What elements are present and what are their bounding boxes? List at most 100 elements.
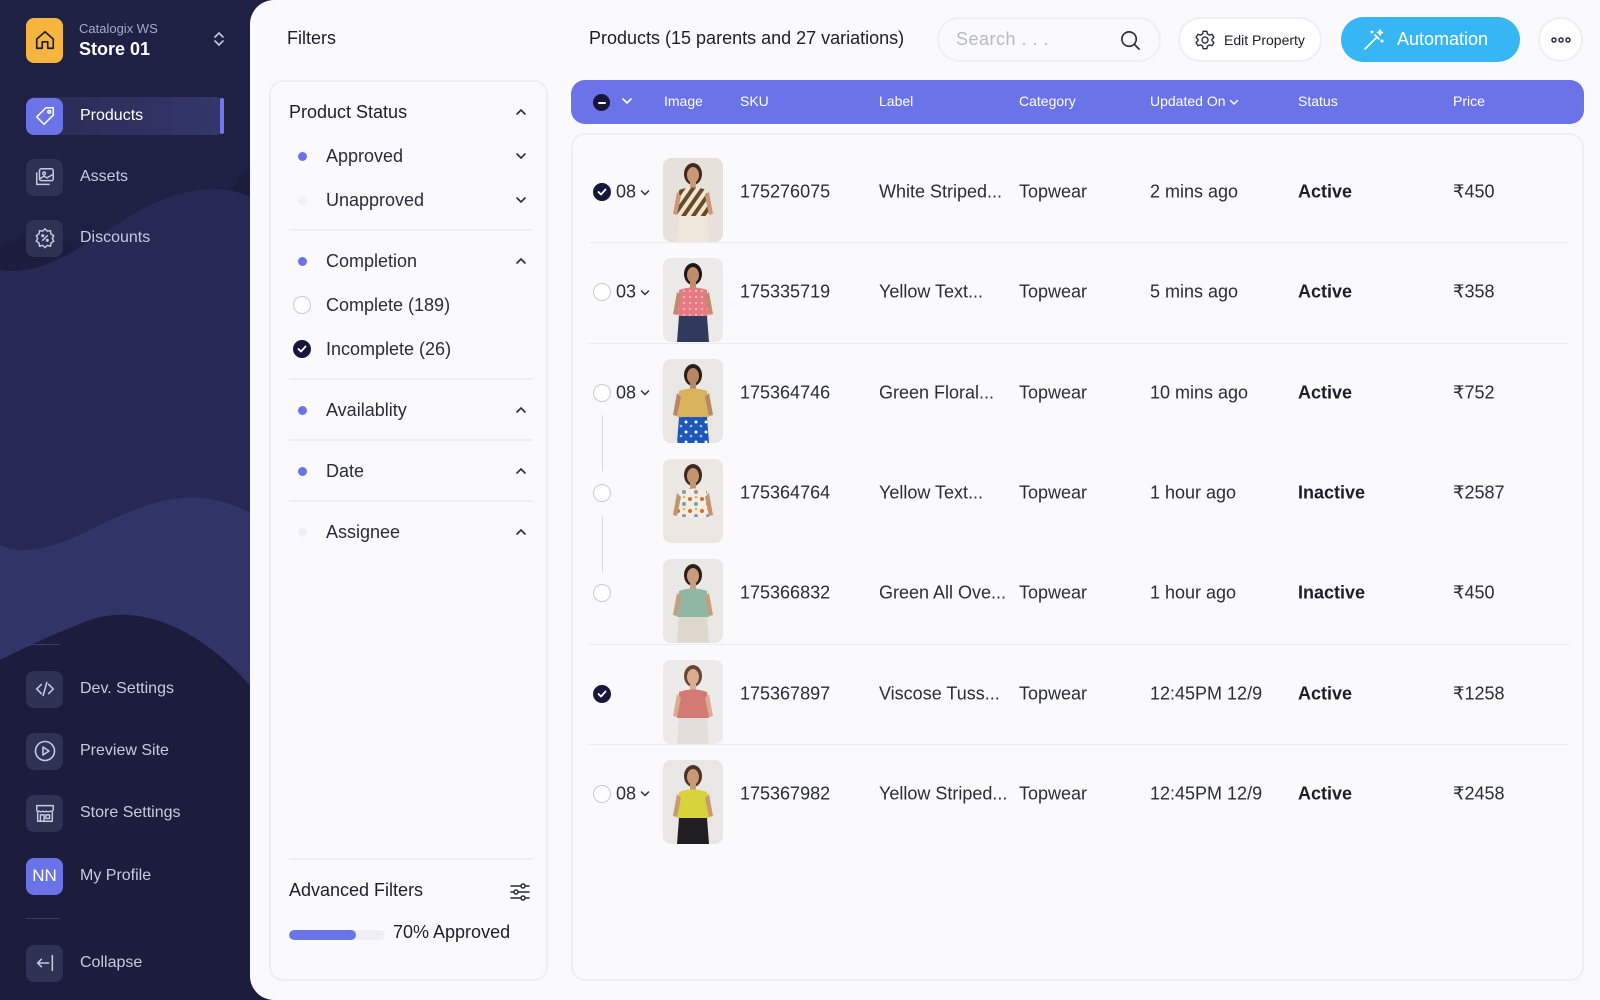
cell-sku: 175366832 (740, 582, 831, 603)
sidebar-collapse-button[interactable]: Collapse (26, 944, 226, 982)
sidebar-item-store-settings[interactable]: Store Settings (26, 794, 226, 832)
filter-group-availability[interactable]: Availablity (289, 398, 533, 422)
sliders-icon (510, 883, 530, 901)
cell-label[interactable]: Green Floral... (879, 382, 994, 403)
automation-label: Automation (1397, 29, 1489, 49)
chevron-down-icon (640, 189, 650, 196)
cell-sku: 175367982 (740, 783, 831, 804)
sidebar-background-wave (0, 0, 262, 700)
table-row[interactable]: 08 175367982 Yellow Striped... Topwear 12:45… (573, 745, 1586, 845)
row-checkbox-checked[interactable] (593, 684, 611, 703)
row-checkbox[interactable] (593, 784, 611, 803)
row-checkbox[interactable] (593, 383, 611, 402)
filter-group-assignee[interactable]: Assignee (289, 520, 533, 544)
sidebar-item-dev-settings[interactable]: Dev. Settings (26, 670, 226, 708)
variant-count-toggle[interactable]: 03 (616, 282, 650, 303)
column-header-updated-on[interactable]: Updated On (1150, 93, 1239, 109)
cell-label[interactable]: Viscose Tuss... (879, 683, 1000, 704)
more-options-button[interactable] (1538, 17, 1583, 62)
filter-option-label: Approved (326, 145, 404, 166)
active-dot (298, 151, 307, 161)
cell-updated-on: 10 mins ago (1150, 382, 1249, 403)
chevron-up-icon[interactable] (515, 406, 527, 414)
images-icon (26, 158, 63, 196)
filter-option-label: Incomplete (26) (326, 338, 452, 359)
column-header-label[interactable]: Label (879, 93, 913, 109)
product-image[interactable] (663, 358, 723, 443)
table-row[interactable]: 175364764 Yellow Text... Topwear 1 hour ago… (573, 444, 1586, 544)
row-checkbox[interactable] (593, 584, 611, 603)
sidebar-item-my-profile[interactable]: NN My Profile (26, 857, 226, 895)
filter-option-approved[interactable]: Approved (289, 144, 533, 168)
sidebar-item-label: Preview Site (80, 742, 169, 759)
column-header-price[interactable]: Price (1453, 93, 1485, 109)
chevron-up-icon[interactable] (515, 528, 527, 536)
sidebar-item-discounts[interactable]: Discounts (26, 219, 226, 257)
automation-button[interactable]: Automation (1341, 17, 1520, 62)
filter-group-product-status[interactable]: Product Status (289, 100, 533, 124)
filter-option-complete[interactable]: Complete (189) (289, 293, 533, 317)
product-image[interactable] (663, 659, 723, 744)
chevron-down-icon[interactable] (621, 94, 633, 108)
table-row[interactable]: 175367897 Viscose Tuss... Topwear 12:45PM 1… (573, 645, 1586, 745)
edit-property-button[interactable]: Edit Property (1178, 17, 1322, 62)
cell-label[interactable]: White Striped... (879, 182, 1002, 203)
checkbox-checked[interactable] (293, 340, 311, 358)
advanced-filters-button[interactable]: Advanced Filters (289, 880, 533, 901)
edit-property-label: Edit Property (1224, 31, 1305, 48)
cell-label[interactable]: Yellow Striped... (879, 783, 1007, 804)
search-icon[interactable] (1119, 29, 1142, 52)
product-image[interactable] (663, 458, 723, 543)
filter-divider (289, 378, 533, 380)
code-icon (26, 670, 63, 708)
sidebar-item-products[interactable]: Products (26, 97, 226, 135)
filter-divider (289, 439, 533, 441)
chevron-up-icon[interactable] (515, 257, 527, 265)
filter-group-completion[interactable]: Completion (289, 249, 533, 273)
chevron-down-icon[interactable] (515, 196, 527, 204)
search-box[interactable] (937, 17, 1161, 62)
filter-group-label: Assignee (326, 521, 401, 542)
column-header-image: Image (664, 93, 703, 109)
product-image[interactable] (663, 759, 723, 844)
sidebar-item-preview-site[interactable]: Preview Site (26, 732, 226, 770)
chevron-down-icon[interactable] (515, 152, 527, 160)
column-header-sku[interactable]: SKU (740, 93, 769, 109)
filter-option-unapproved[interactable]: Unapproved (289, 188, 533, 212)
column-header-category[interactable]: Category (1019, 93, 1076, 109)
product-image[interactable] (663, 559, 723, 644)
filter-group-date[interactable]: Date (289, 459, 533, 483)
chevron-down-icon (640, 791, 650, 797)
sidebar-item-assets[interactable]: Assets (26, 158, 226, 196)
chevron-up-down-icon[interactable] (212, 29, 226, 49)
table-row[interactable]: 175366832 Green All Ove... Topwear 1 hour a… (573, 544, 1586, 644)
variant-count-toggle[interactable]: 08 (616, 182, 650, 203)
variant-count-toggle[interactable]: 08 (616, 783, 650, 804)
chevron-up-icon[interactable] (515, 467, 527, 475)
product-image[interactable] (663, 258, 723, 343)
checkbox[interactable] (293, 296, 311, 314)
cell-sku: 175367897 (740, 683, 831, 703)
product-image[interactable] (663, 158, 723, 242)
cell-category: Topwear (1019, 281, 1088, 302)
table-row[interactable]: 08 175276075 White Striped... Topwear 2 mins… (573, 143, 1586, 243)
chevron-up-icon[interactable] (515, 108, 527, 116)
store-switcher[interactable]: Catalogix WS Store 01 (26, 17, 226, 63)
row-checkbox[interactable] (593, 483, 611, 502)
cell-sku: 175276075 (740, 181, 831, 202)
filter-group-label: Completion (326, 250, 418, 271)
cell-updated-on: 5 mins ago (1150, 281, 1239, 302)
variant-count-toggle[interactable]: 08 (616, 382, 650, 403)
search-input[interactable] (956, 29, 1116, 50)
select-all-checkbox[interactable] (593, 94, 610, 111)
filter-option-incomplete[interactable]: Incomplete (26) (289, 337, 533, 361)
row-checkbox[interactable] (593, 283, 611, 302)
table-row[interactable]: 08 175364746 Green Floral... Topwear 10 mins… (573, 344, 1586, 444)
row-checkbox-checked[interactable] (593, 183, 611, 201)
cell-category: Topwear (1019, 482, 1088, 503)
cell-label[interactable]: Green All Ove... (879, 583, 1006, 604)
cell-label[interactable]: Yellow Text... (879, 282, 983, 303)
cell-label[interactable]: Yellow Text... (879, 482, 983, 503)
column-header-status[interactable]: Status (1298, 93, 1338, 109)
table-row[interactable]: 03 175335719 Yellow Text... Topwear 5 mins a… (573, 243, 1586, 343)
